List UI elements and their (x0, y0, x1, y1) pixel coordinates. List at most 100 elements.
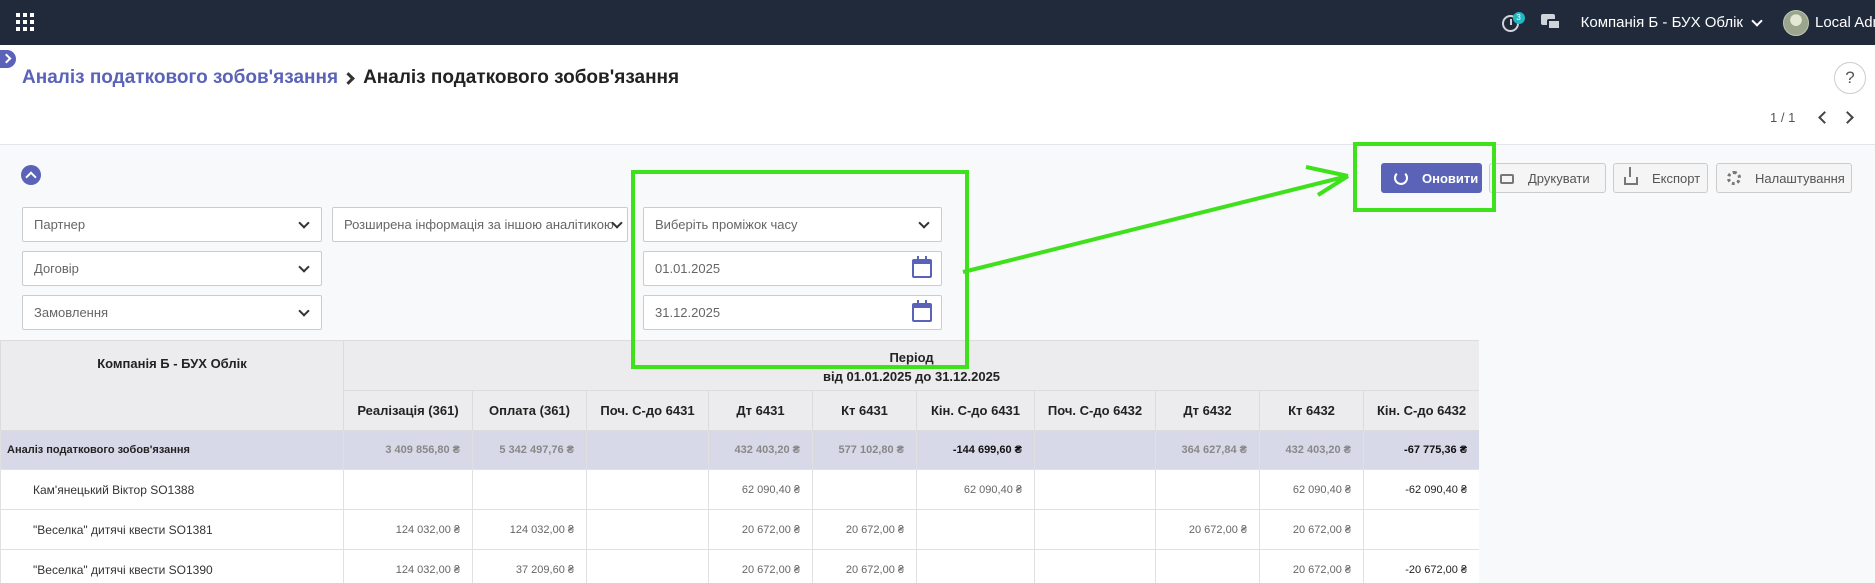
table-cell: -20 672,00 ₴ (1362, 549, 1479, 583)
pager-next-icon[interactable] (1841, 111, 1854, 124)
table-cell (1034, 509, 1156, 550)
printer-icon (1500, 174, 1514, 184)
column-header: Оплата (361) (472, 390, 587, 431)
export-button[interactable]: Експорт (1613, 163, 1708, 193)
company-name: Компанія Б - БУХ Облік (1580, 14, 1743, 31)
table-row[interactable]: Кам'янецький Віктор SO1388 62 090,40 ₴ 62 … (0, 469, 1479, 510)
table-cell (1155, 549, 1260, 583)
chevron-down-icon (1751, 14, 1763, 27)
period-range: від 01.01.2025 до 31.12.2025 (823, 369, 1001, 384)
arrow-head-bottom (1316, 174, 1350, 197)
table-cell: 20 672,00 ₴ (1155, 509, 1260, 550)
table-cell: 364 627,84 ₴ (1155, 430, 1260, 470)
table-cell (1034, 469, 1156, 510)
table-cell: 62 090,40 ₴ (708, 469, 813, 510)
top-navbar: 3 Компанія Б - БУХ Облік Local Adm (0, 0, 1875, 45)
table-cell: 20 672,00 ₴ (1259, 509, 1364, 550)
chat-icon[interactable] (1540, 13, 1561, 32)
user-name[interactable]: Local Adm (1815, 14, 1875, 31)
table-cell (916, 509, 1035, 550)
avatar[interactable] (1783, 9, 1809, 36)
table-cell (812, 469, 917, 510)
activity-clock-icon[interactable]: 3 (1501, 11, 1525, 34)
table-row[interactable]: "Веселка" дитячі квести SO1390 124 032,00… (0, 549, 1479, 583)
table-cell: 124 032,00 ₴ (343, 509, 473, 550)
activity-badge: 3 (1512, 11, 1525, 24)
table-cell (1034, 549, 1156, 583)
column-header: Поч. С-до 6432 (1034, 390, 1156, 431)
order-select-label: Замовлення (34, 305, 109, 320)
apps-grid-icon[interactable] (16, 13, 34, 31)
table-cell: 62 090,40 ₴ (916, 469, 1035, 510)
export-label: Експорт (1652, 170, 1701, 186)
settings-label: Налаштування (1755, 170, 1845, 186)
table-cell: 37 209,60 ₴ (472, 549, 587, 583)
chevron-down-icon (298, 261, 310, 273)
navbar-right: 3 Компанія Б - БУХ Облік Local Adm (1501, 0, 1875, 45)
print-button[interactable]: Друкувати (1489, 163, 1606, 193)
table-cell (1155, 469, 1260, 510)
table-cell (1362, 509, 1479, 550)
breadcrumb-link[interactable]: Аналіз податкового зобов'язання (22, 67, 338, 89)
chevron-right-icon (342, 71, 355, 85)
table-row[interactable]: "Веселка" дитячі квести SO1381 124 032,00… (0, 509, 1479, 550)
column-header: Поч. С-до 6431 (586, 390, 709, 431)
column-header: Дт 6431 (708, 390, 813, 431)
pager-previous-icon[interactable] (1818, 111, 1831, 124)
help-button[interactable]: ? (1834, 62, 1866, 94)
pager-value[interactable]: 1 / 1 (1770, 110, 1795, 125)
report-table: Компанія Б - БУХ Облік Період від 01.01.… (0, 340, 1479, 583)
table-cell: -62 090,40 ₴ (1362, 469, 1479, 510)
table-cell: 432 403,20 ₴ (1259, 430, 1364, 470)
upload-icon (1624, 167, 1638, 185)
table-cell (586, 469, 709, 510)
highlight-box-refresh (1353, 142, 1496, 212)
table-cell: 20 672,00 ₴ (812, 509, 917, 550)
settings-button[interactable]: Налаштування (1716, 163, 1852, 193)
partner-select[interactable]: Партнер (22, 207, 322, 242)
company-header: Компанія Б - БУХ Облік (0, 340, 344, 431)
table-cell: 3 409 856,80 ₴ (343, 430, 473, 470)
table-cell: -144 699,60 ₴ (916, 430, 1035, 470)
sidebar-toggle-icon[interactable] (0, 50, 16, 68)
chevron-down-icon (298, 305, 310, 317)
table-cell: 124 032,00 ₴ (472, 509, 587, 550)
table-cell: 124 032,00 ₴ (343, 549, 473, 583)
table-cell (586, 430, 709, 470)
table-body: Аналіз податкового зобов'язання 3 409 856… (0, 430, 1479, 583)
table-cell: 20 672,00 ₴ (708, 549, 813, 583)
row-name[interactable]: Кам'янецький Віктор SO1388 (0, 469, 344, 510)
table-cell: 577 102,80 ₴ (812, 430, 917, 470)
partner-select-label: Партнер (34, 217, 86, 232)
column-header: Кін. С-до 6431 (916, 390, 1035, 431)
order-select[interactable]: Замовлення (22, 295, 322, 330)
print-label: Друкувати (1528, 170, 1590, 186)
highlight-box-dates (631, 170, 969, 369)
row-name[interactable]: "Веселка" дитячі квести SO1390 (0, 549, 344, 583)
column-header: Реалізація (361) (343, 390, 473, 431)
arrow-line (962, 174, 1349, 274)
row-name[interactable]: "Веселка" дитячі квести SO1381 (0, 509, 344, 550)
extended-info-select[interactable]: Розширена інформація за іншою аналітикою (332, 207, 628, 242)
table-cell (916, 549, 1035, 583)
table-cell: -67 775,36 ₴ (1362, 430, 1479, 470)
contract-select-label: Договір (34, 261, 79, 276)
chevron-down-icon (298, 217, 310, 229)
column-header: Дт 6432 (1155, 390, 1260, 431)
table-cell: 432 403,20 ₴ (708, 430, 813, 470)
table-cell: 20 672,00 ₴ (812, 549, 917, 583)
contract-select[interactable]: Договір (22, 251, 322, 286)
column-header: Кт 6432 (1259, 390, 1364, 431)
table-cell (472, 469, 587, 510)
table-cell: 62 090,40 ₴ (1259, 469, 1364, 510)
row-name[interactable]: Аналіз податкового зобов'язання (0, 430, 344, 470)
column-header: Кін. С-до 6432 (1362, 390, 1479, 431)
collapse-filters-icon[interactable] (21, 165, 41, 185)
table-group-row[interactable]: Аналіз податкового зобов'язання 3 409 856… (0, 430, 1479, 470)
breadcrumb: Аналіз податкового зобов'язання Аналіз п… (22, 67, 679, 89)
page-title: Аналіз податкового зобов'язання (363, 67, 680, 88)
column-header: Кт 6431 (812, 390, 917, 431)
table-cell: 5 342 497,76 ₴ (472, 430, 587, 470)
company-switcher[interactable]: Компанія Б - БУХ Облік (1580, 14, 1763, 31)
table-cell: 20 672,00 ₴ (708, 509, 813, 550)
